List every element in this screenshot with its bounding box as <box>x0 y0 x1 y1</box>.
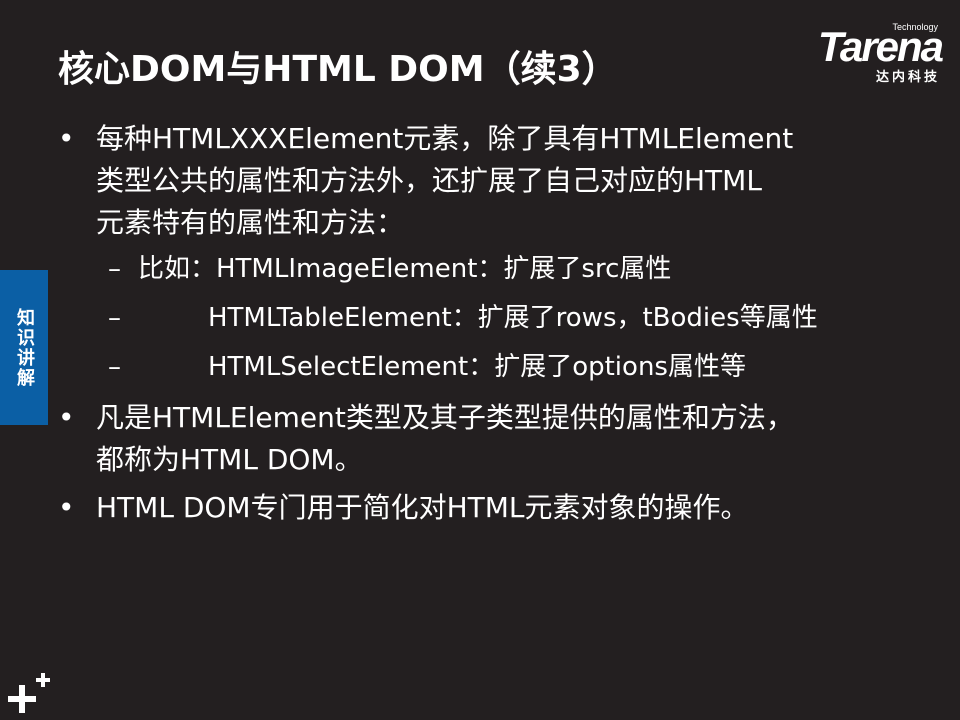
sub-item-text: HTMLSelectElement：扩展了options属性等 <box>208 352 746 382</box>
bullet-item: HTML DOM专门用于简化对HTML元素对象的操作。 <box>58 487 938 529</box>
bullet-line: 类型公共的属性和方法外，还扩展了自己对应的HTML <box>96 164 762 197</box>
bullet-item: 凡是HTMLElement类型及其子类型提供的属性和方法， 都称为HTML DO… <box>58 397 938 481</box>
sub-dash: – <box>108 352 121 382</box>
plus-icon <box>8 673 50 713</box>
side-tab: 知识讲解 <box>0 270 48 425</box>
slide: 核心DOM与HTML DOM（续3） Technology Tarena 达内科… <box>0 0 960 720</box>
bullet-line: 元素特有的属性和方法： <box>96 206 405 239</box>
bullet-line: 都称为HTML DOM。 <box>96 443 363 476</box>
bullet-line: 凡是HTMLElement类型及其子类型提供的属性和方法， <box>96 401 794 434</box>
sub-item: – HTMLSelectElement：扩展了options属性等 <box>58 348 938 386</box>
logo-chinese-text: 达内科技 <box>875 70 940 85</box>
tarena-logo: Technology Tarena 达内科技 <box>772 22 944 85</box>
sub-item: – 比如：HTMLImageElement：扩展了src属性 <box>58 250 938 288</box>
slide-content: 每种HTMLXXXElement元素，除了具有HTMLElement 类型公共的… <box>58 118 938 535</box>
logo-wordmark: Tarena <box>817 23 944 70</box>
sub-item-text: 比如：HTMLImageElement：扩展了src属性 <box>138 254 672 284</box>
sub-item: – HTMLTableElement：扩展了rows，tBodies等属性 <box>58 299 938 337</box>
slide-title: 核心DOM与HTML DOM（续3） <box>58 49 618 90</box>
sub-dash: – <box>108 254 121 284</box>
bullet-item: 每种HTMLXXXElement元素，除了具有HTMLElement 类型公共的… <box>58 118 938 244</box>
sub-dash: – <box>108 303 121 333</box>
side-tab-label: 知识讲解 <box>14 307 35 388</box>
bullet-line: 每种HTMLXXXElement元素，除了具有HTMLElement <box>96 122 794 155</box>
sub-item-text: HTMLTableElement：扩展了rows，tBodies等属性 <box>208 303 818 333</box>
bullet-line: HTML DOM专门用于简化对HTML元素对象的操作。 <box>96 491 749 524</box>
